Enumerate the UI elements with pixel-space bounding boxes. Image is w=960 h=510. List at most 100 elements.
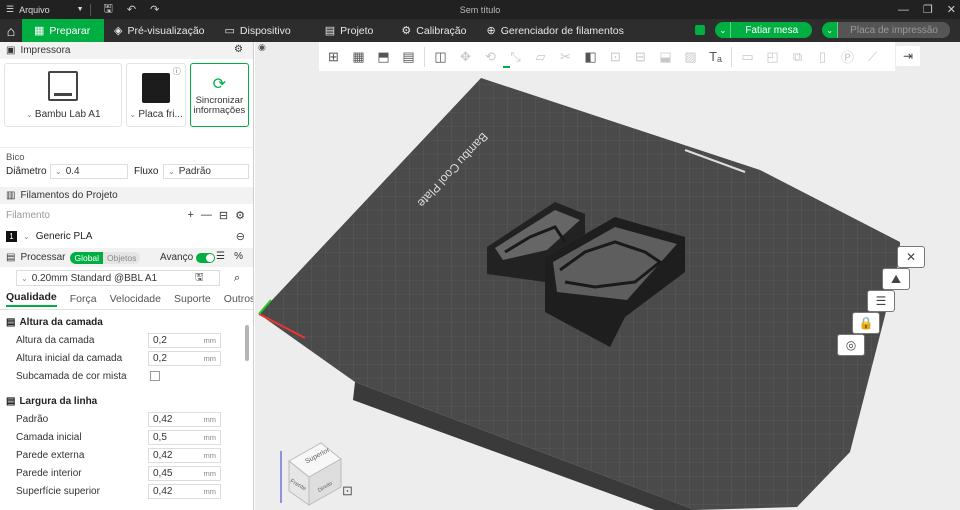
tab-device[interactable]: ▭ Dispositivo — [215, 19, 301, 42]
assembly-icon[interactable]: ⊟ — [629, 45, 652, 68]
remove-filament-icon[interactable]: ⊖ — [236, 230, 245, 243]
project-icon: ▤ — [324, 25, 336, 37]
settings-scrollbar[interactable] — [245, 325, 249, 361]
search-icon[interactable]: ⌕ — [234, 272, 240, 285]
lay-on-face-icon[interactable]: ▱ — [529, 45, 552, 68]
zoom-fit-icon[interactable]: ⊡ — [342, 483, 358, 499]
auto-orient-icon[interactable]: ⬒ — [372, 45, 395, 68]
tab-prepare[interactable]: ▦ Preparar — [22, 19, 104, 42]
tab-strength[interactable]: Força — [70, 293, 97, 305]
save-icon[interactable]: 🖫 — [104, 0, 113, 19]
view-cube[interactable]: Superior Frente Direito — [275, 439, 345, 507]
variable-layer-icon[interactable]: ◰ — [761, 45, 784, 68]
tab-filament-manager[interactable]: ⊕ Gerenciador de filamentos — [476, 19, 633, 42]
restore-icon[interactable]: ❐ — [923, 3, 933, 16]
tab-others[interactable]: Outros — [224, 293, 253, 305]
mixed-color-checkbox[interactable] — [150, 371, 160, 381]
tab-project[interactable]: ▤ Projeto — [315, 19, 384, 42]
redo-icon[interactable]: ↷ — [150, 3, 159, 16]
plate-select[interactable]: ⓘ ⌄ Placa fri... — [126, 63, 186, 127]
close-icon[interactable]: ✕ — [947, 3, 956, 16]
add-plate-icon[interactable]: ▦ — [347, 45, 370, 68]
measure-icon[interactable]: ⊡ — [604, 45, 627, 68]
text-icon[interactable]: Tₐ — [704, 45, 727, 68]
param-input[interactable]: 0,42 mm — [148, 411, 221, 427]
add-icon[interactable]: + — [187, 209, 193, 222]
rotate-icon[interactable]: ⟲ — [479, 45, 502, 68]
clear-plate-icon[interactable]: ✕ — [897, 246, 925, 268]
chevron-down-icon[interactable]: ⌄ — [715, 22, 732, 38]
undo-icon[interactable]: ↶ — [127, 3, 136, 16]
percent-icon[interactable]: % — [234, 251, 243, 262]
section-title: Filamentos do Projeto — [20, 190, 118, 201]
plate-list-icon[interactable] — [695, 25, 706, 35]
move-icon[interactable]: ✥ — [454, 45, 477, 68]
global-objects-switch[interactable]: Global Objetos — [70, 251, 141, 264]
gear-icon[interactable]: ⚙ — [234, 44, 243, 55]
viewport-toolbar: ⊞ ▦ ⬒ ▤ ◫ ✥ ⟲ ⤡ ▱ ✂ ◧ ⊡ ⊟ ⬓ ▨ Tₐ ▭ ◰ ⧉ ▯… — [319, 42, 895, 71]
sync-filament-icon[interactable]: ⊟ — [219, 209, 228, 222]
arrange-plate-icon[interactable]: ☰ — [867, 290, 895, 312]
advanced-toggle[interactable] — [196, 252, 216, 263]
explode-icon[interactable]: ⧉ — [786, 45, 809, 68]
profile-select[interactable]: ⌄ 0.20mm Standard @BBL A1 🖫 — [16, 270, 220, 286]
plate-settings-icon[interactable]: ◎ — [837, 334, 865, 356]
gear-icon[interactable]: ⚙ — [235, 209, 245, 222]
lock-icon[interactable]: 🔒 — [852, 312, 880, 334]
slice-plate-label: Fatiar mesa — [745, 24, 799, 36]
param-input[interactable]: 0,5 mm — [148, 429, 221, 445]
support-paint-icon[interactable]: ▨ — [679, 45, 702, 68]
seam-icon[interactable]: ⬓ — [654, 45, 677, 68]
param-input[interactable]: 0,42 mm — [148, 447, 221, 463]
flow-select[interactable]: ⌄ Padrão — [163, 164, 249, 179]
color-paint-icon[interactable]: ▭ — [736, 45, 759, 68]
seg-objects[interactable]: Objetos — [103, 251, 141, 264]
tab-calibration[interactable]: ⚙ Calibração — [391, 19, 476, 42]
tab-preview[interactable]: ◈ Pré-visualização — [104, 19, 215, 42]
diameter-select[interactable]: ⌄ 0.4 — [50, 164, 128, 179]
remove-icon[interactable]: — — [201, 209, 212, 222]
sync-info-button[interactable]: ⟳ Sincronizar informações — [189, 63, 249, 127]
tab-quality[interactable]: Qualidade — [6, 291, 57, 307]
tab-label: Gerenciador de filamentos — [500, 24, 624, 37]
chevron-down-icon[interactable]: ⌄ — [822, 22, 839, 38]
filaments-section-header: ▥ Filamentos do Projeto — [0, 187, 253, 204]
group-layer-height: ▤ Altura da camada — [0, 313, 253, 331]
param-input[interactable]: 0,42 mm — [148, 483, 221, 499]
svg-icon[interactable]: ▯ — [811, 45, 834, 68]
profile-row: ⌄ 0.20mm Standard @BBL A1 🖫 ⌕ — [0, 267, 253, 289]
chevron-down-icon: ⌄ — [55, 167, 62, 176]
printer-select[interactable]: ⌄ Bambu Lab A1 — [4, 63, 123, 127]
slice-plate-button[interactable]: ⌄ Fatiar mesa — [715, 22, 813, 38]
boolean-icon[interactable]: ◧ — [579, 45, 602, 68]
split-icon[interactable]: ◫ — [429, 45, 452, 68]
home-icon[interactable]: ⌂ — [0, 19, 22, 42]
param-label: Altura inicial da camada — [16, 352, 123, 364]
info-icon[interactable]: ⓘ — [173, 66, 181, 77]
param-unit: mm — [203, 414, 217, 424]
plate-settings-icon[interactable]: Ⓟ — [836, 45, 859, 68]
param-input[interactable]: 0,2 mm — [148, 332, 221, 348]
section-title: Impressora — [20, 45, 71, 56]
param-label: Superfície superior — [16, 485, 100, 497]
save-icon[interactable]: 🖫 — [195, 270, 204, 287]
seg-global[interactable]: Global — [70, 251, 104, 264]
cut-icon[interactable]: ✂ — [554, 45, 577, 68]
minimize-icon[interactable]: — — [898, 4, 909, 16]
filament-item[interactable]: 1 ⌄ Generic PLA ⊖ — [0, 226, 253, 246]
3d-viewport[interactable]: ◉ Bambu Cool Plate ⊞ ▦ ⬒ ▤ ◫ ✥ ⟲ ⤡ ▱ ✂ ◧… — [255, 42, 960, 510]
print-plate-button[interactable]: ⌄ Placa de impressão — [822, 22, 950, 38]
file-menu[interactable]: ☰ Arquivo ▼ — [0, 4, 84, 15]
param-value: 0,42 — [153, 413, 173, 425]
ruler-icon[interactable]: ⟋ — [861, 45, 884, 68]
tab-speed[interactable]: Velocidade — [110, 293, 161, 305]
chevron-down-icon: ⌄ — [21, 273, 28, 283]
list-icon[interactable]: ☰ — [216, 251, 225, 262]
param-input[interactable]: 0,45 mm — [148, 465, 221, 481]
tab-support[interactable]: Suporte — [174, 293, 211, 305]
param-input[interactable]: 0,2 mm — [148, 350, 221, 366]
plate-picture-icon[interactable]: ⛰ — [882, 268, 910, 290]
add-object-icon[interactable]: ⊞ — [322, 45, 345, 68]
export-icon[interactable]: ⇥ — [896, 46, 920, 66]
arrange-icon[interactable]: ▤ — [397, 45, 420, 68]
